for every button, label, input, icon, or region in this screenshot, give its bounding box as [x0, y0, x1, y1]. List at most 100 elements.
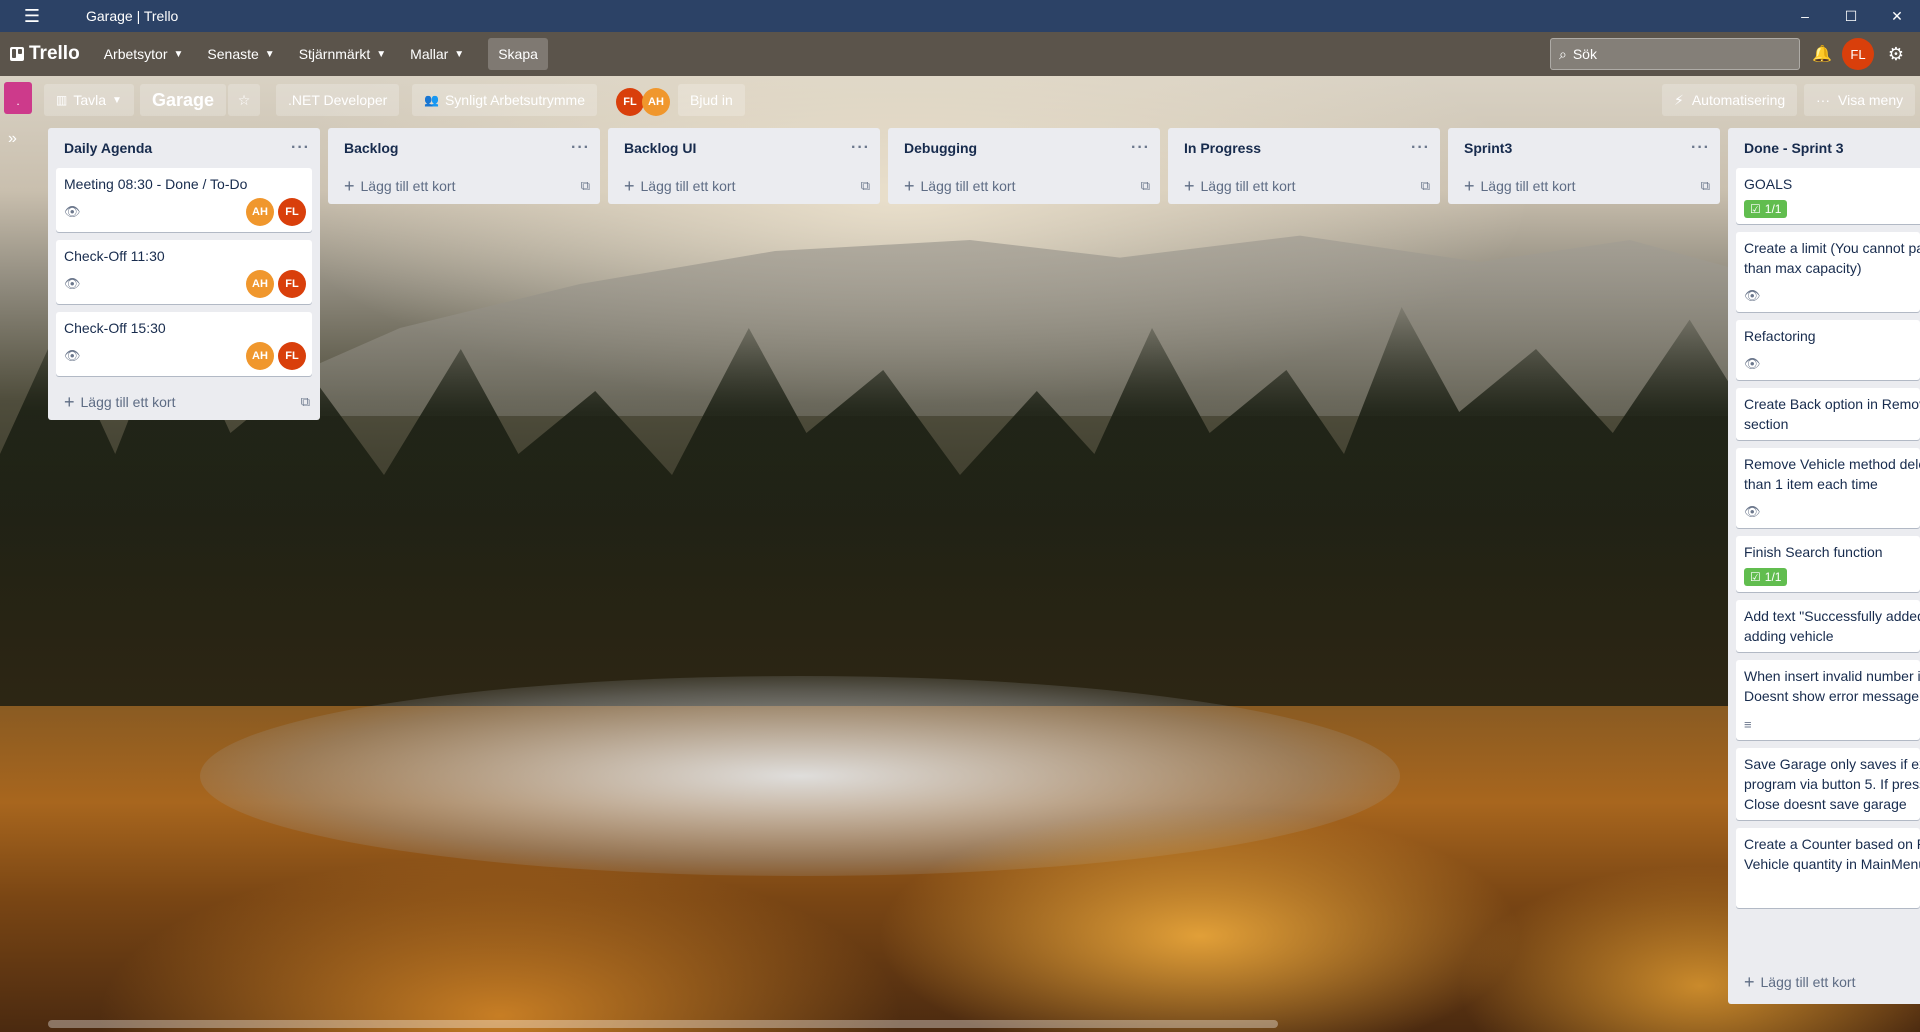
list-title[interactable]: Backlog	[344, 140, 398, 156]
chevron-down-icon: ▼	[264, 48, 275, 60]
chevron-down-icon: ▼	[173, 48, 184, 60]
search-box[interactable]: ⌕	[1550, 38, 1800, 70]
nav-templates[interactable]: Mallar ▼	[400, 38, 474, 70]
list-header: Sprint3 ···	[1448, 128, 1720, 168]
list-title[interactable]: Done - Sprint 3	[1744, 140, 1844, 156]
add-card-button[interactable]: + Lägg till ett kort ⧉	[48, 384, 320, 420]
nav-starred[interactable]: Stjärnmärkt ▼	[289, 38, 396, 70]
trello-logo[interactable]: Trello	[10, 43, 80, 65]
card-title: Add text "Successfully added" after addi…	[1744, 608, 1920, 644]
list-menu-icon[interactable]: ···	[291, 139, 310, 157]
list-menu-icon[interactable]: ···	[1691, 139, 1710, 157]
watch-eye-icon: 👁	[64, 204, 81, 219]
list-header: Backlog UI ···	[608, 128, 880, 168]
nav-recent[interactable]: Senaste ▼	[197, 38, 284, 70]
add-card-label: Lägg till ett kort	[640, 178, 736, 194]
member-avatar[interactable]: FL	[278, 342, 306, 370]
add-card-button[interactable]: + Lägg till ett kort ⧉	[328, 168, 600, 204]
nav-label: Arbetsytor	[103, 46, 168, 62]
visibility-button[interactable]: 👥 Synligt Arbetsutrymme	[412, 84, 598, 116]
list-card[interactable]: Create a limit (You cannot park more tha…	[1736, 232, 1920, 312]
window-titlebar: ☰ Garage | Trello – ☐ ✕	[0, 0, 1920, 32]
list-card[interactable]: Create Back option in Remove Vehicle sec…	[1736, 388, 1920, 440]
settings-gear-icon[interactable]: ⚙	[1882, 40, 1910, 68]
close-button[interactable]: ✕	[1874, 0, 1920, 32]
show-menu-label: Visa meny	[1838, 92, 1904, 108]
plus-icon: +	[1464, 175, 1475, 196]
show-menu-button[interactable]: ··· Visa meny	[1804, 84, 1916, 116]
description-icon: ≡	[1744, 716, 1752, 732]
card-template-icon[interactable]: ⧉	[581, 178, 590, 194]
card-template-icon[interactable]: ⧉	[1421, 178, 1430, 194]
plus-icon: +	[1744, 971, 1755, 992]
star-icon[interactable]: ☆	[228, 84, 260, 116]
card-members: AH FL	[242, 342, 306, 370]
list-card[interactable]: Finish Search function ☑ 1/1	[1736, 536, 1920, 592]
hamburger-menu-icon[interactable]: ☰	[16, 0, 48, 32]
member-avatar[interactable]: FL	[616, 88, 644, 116]
workspace-button[interactable]: .NET Developer	[276, 84, 400, 116]
horizontal-scrollbar[interactable]	[48, 1020, 1278, 1028]
list-card[interactable]: Refactoring 👁	[1736, 320, 1920, 380]
list-header: Daily Agenda ···	[48, 128, 320, 168]
card-template-icon[interactable]: ⧉	[861, 178, 870, 194]
list-card[interactable]: Remove Vehicle method deletes more than …	[1736, 448, 1920, 528]
list-card[interactable]: Meeting 08:30 - Done / To-Do 👁 AH FL	[56, 168, 312, 232]
maximize-button[interactable]: ☐	[1828, 0, 1874, 32]
member-avatar[interactable]: AH	[246, 342, 274, 370]
card-title: Create a Counter based on Parked Vehicle…	[1744, 836, 1920, 872]
list-title[interactable]: In Progress	[1184, 140, 1261, 156]
automation-button[interactable]: ⚡ Automatisering	[1662, 84, 1798, 116]
list-card[interactable]: Add text "Successfully added" after addi…	[1736, 600, 1920, 652]
list-title[interactable]: Backlog UI	[624, 140, 696, 156]
list-in-progress: In Progress ··· + Lägg till ett kort ⧉	[1168, 128, 1440, 204]
add-card-button[interactable]: + Lägg till ett kort ⧉	[1448, 168, 1720, 204]
card-template-icon[interactable]: ⧉	[1701, 178, 1710, 194]
member-avatar[interactable]: AH	[246, 198, 274, 226]
list-card[interactable]: GOALS ☑ 1/1	[1736, 168, 1920, 224]
card-template-icon[interactable]: ⧉	[1141, 178, 1150, 194]
search-icon: ⌕	[1559, 45, 1567, 62]
member-avatar[interactable]: AH	[642, 88, 670, 116]
invite-button[interactable]: Bjud in	[678, 84, 745, 116]
list-backlog: Backlog ··· + Lägg till ett kort ⧉	[328, 128, 600, 204]
workspace-badge[interactable]: .	[4, 82, 32, 114]
list-card[interactable]: When insert invalid number in Menu. Does…	[1736, 660, 1920, 740]
chevron-down-icon: ▼	[376, 48, 387, 60]
minimize-button[interactable]: –	[1782, 0, 1828, 32]
list-cards: GOALS ☑1/1 Create a limit (You cannot pa…	[1728, 168, 1920, 964]
list-menu-icon[interactable]: ···	[1131, 139, 1150, 157]
add-card-button[interactable]: + Lägg till ett kort	[1728, 964, 1920, 1000]
member-avatar[interactable]: FL	[278, 198, 306, 226]
nav-workspaces[interactable]: Arbetsytor ▼	[94, 38, 194, 70]
watch-eye-icon: 👁	[1744, 288, 1761, 303]
board-view-switcher[interactable]: ▥ Tavla ▼	[44, 84, 134, 116]
list-card[interactable]: Create a Counter based on Parked Vehicle…	[1736, 828, 1920, 908]
user-avatar[interactable]: FL	[1842, 38, 1874, 70]
expand-sidebar-icon[interactable]: »	[8, 130, 17, 148]
list-menu-icon[interactable]: ···	[571, 139, 590, 157]
list-title[interactable]: Debugging	[904, 140, 977, 156]
card-badges: 👁	[1744, 286, 1912, 306]
member-avatar[interactable]: AH	[246, 270, 274, 298]
search-input[interactable]	[1572, 46, 1773, 62]
list-title[interactable]: Sprint3	[1464, 140, 1512, 156]
add-card-button[interactable]: + Lägg till ett kort ⧉	[888, 168, 1160, 204]
list-menu-icon[interactable]: ···	[1411, 139, 1430, 157]
list-card[interactable]: Check-Off 15:30 👁 AH FL	[56, 312, 312, 376]
list-title[interactable]: Daily Agenda	[64, 140, 152, 156]
card-template-icon[interactable]: ⧉	[301, 394, 310, 410]
list-card[interactable]: Check-Off 11:30 👁 AH FL	[56, 240, 312, 304]
nav-label: Stjärnmärkt	[298, 46, 371, 62]
create-button[interactable]: Skapa	[488, 38, 548, 70]
nav-label: Mallar	[410, 46, 449, 62]
notifications-bell-icon[interactable]: 🔔	[1808, 40, 1836, 68]
list-daily-agenda: Daily Agenda ··· Meeting 08:30 - Done / …	[48, 128, 320, 420]
add-card-button[interactable]: + Lägg till ett kort ⧉	[608, 168, 880, 204]
member-avatar[interactable]: FL	[278, 270, 306, 298]
list-menu-icon[interactable]: ···	[851, 139, 870, 157]
add-card-button[interactable]: + Lägg till ett kort ⧉	[1168, 168, 1440, 204]
board-title[interactable]: Garage	[140, 84, 227, 116]
list-header: Done - Sprint 3	[1728, 128, 1920, 168]
list-card[interactable]: Save Garage only saves if exiting progra…	[1736, 748, 1920, 820]
